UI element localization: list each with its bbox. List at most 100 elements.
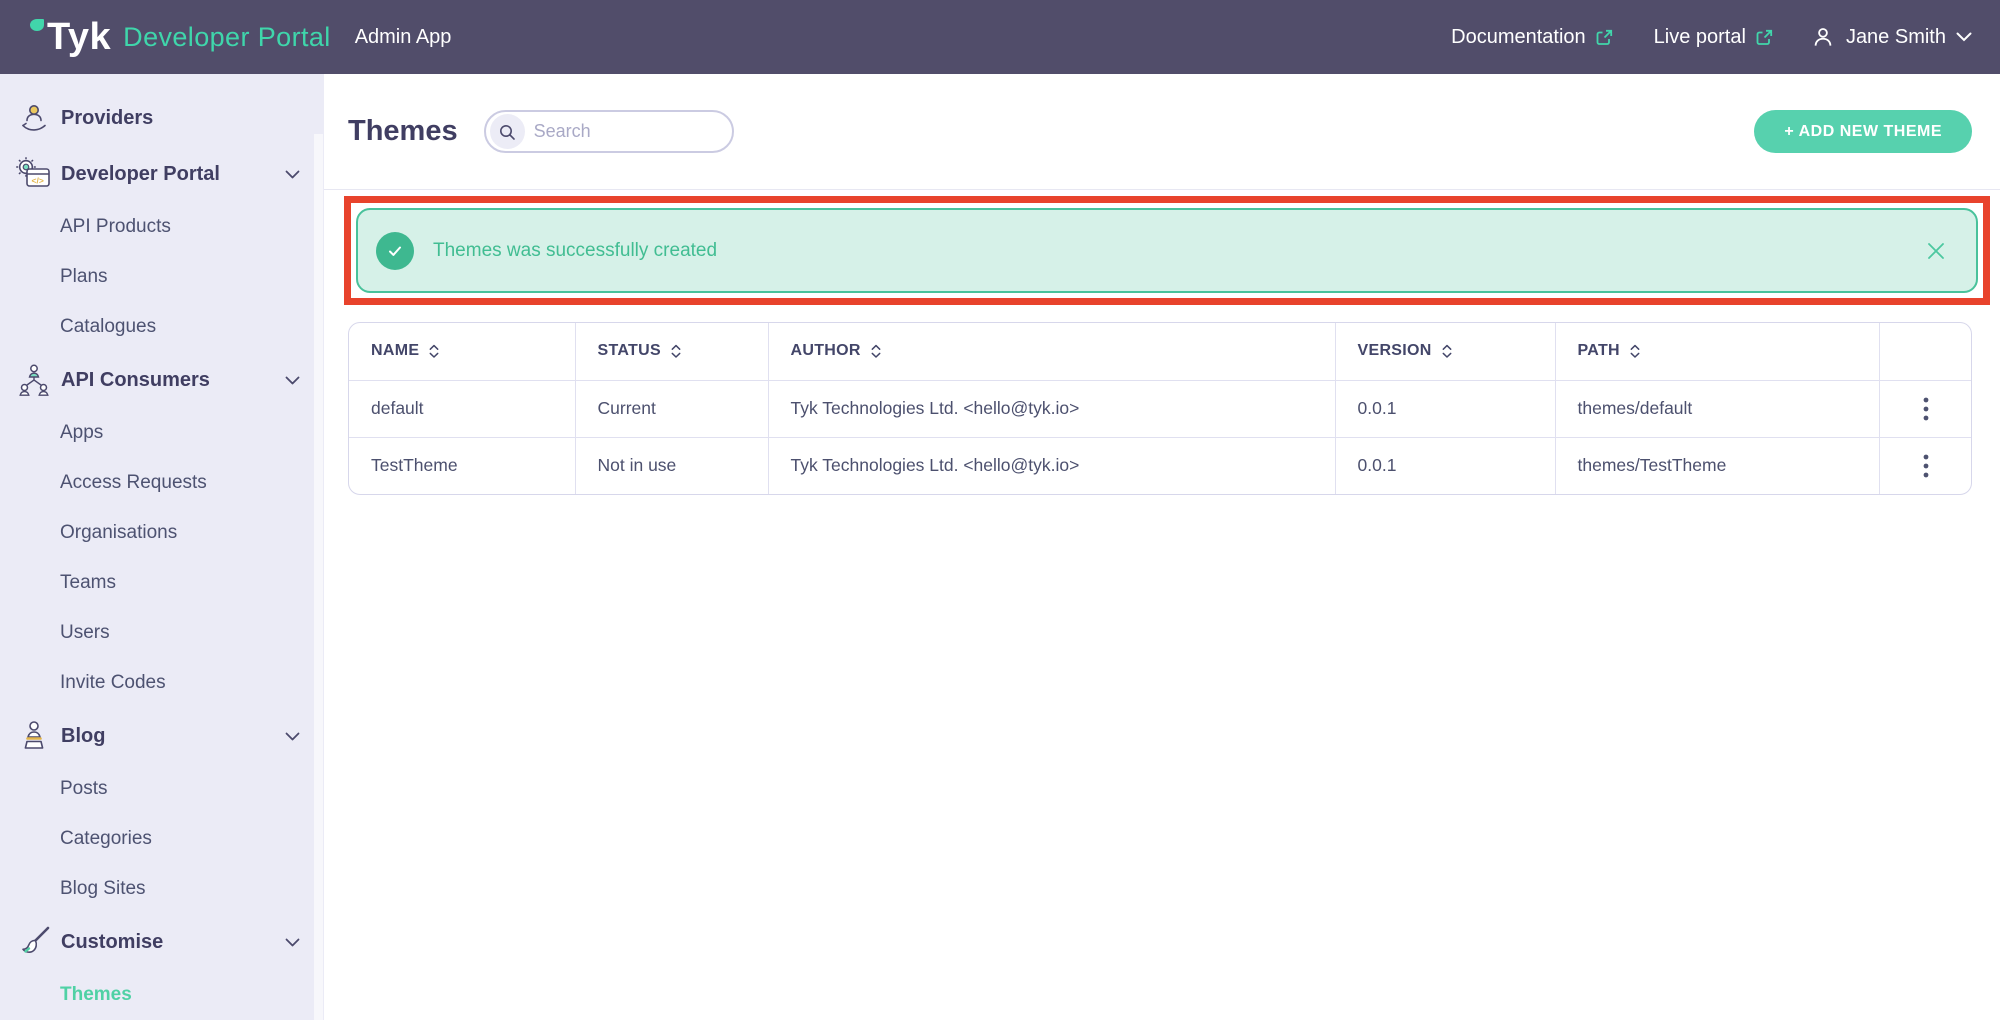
sidebar-item-label: Themes: [60, 984, 132, 1005]
app-label: Admin App: [354, 25, 452, 48]
sidebar-item-label: Invite Codes: [60, 672, 166, 693]
live-portal-link-label: Live portal: [1653, 25, 1746, 48]
sidebar-item-label: Providers: [61, 106, 154, 129]
check-icon: [376, 231, 414, 270]
providers-icon: [14, 99, 54, 137]
sidebar-item-teams[interactable]: Teams: [0, 558, 324, 608]
sidebar-item-invite-codes[interactable]: Invite Codes: [0, 658, 324, 708]
live-portal-link[interactable]: Live portal: [1654, 26, 1774, 49]
user-menu[interactable]: Jane Smith: [1810, 24, 1972, 50]
sort-icon: [870, 344, 882, 359]
sort-icon: [1629, 344, 1641, 359]
sidebar-item-organisations[interactable]: Organisations: [0, 508, 324, 558]
sidebar-item-api-products[interactable]: API Products: [0, 202, 324, 252]
notification-message: Themes was successfully created: [433, 239, 718, 261]
table-row: default Current Tyk Technologies Ltd. <hel…: [349, 380, 1971, 438]
column-header-label: VERSION: [1357, 342, 1432, 360]
sidebar-item-label: Developer Portal: [61, 162, 220, 185]
sidebar-item-label: Organisations: [60, 522, 178, 543]
tyk-logo[interactable]: Tyk Developer Portal: [30, 18, 331, 56]
search-icon: [489, 114, 525, 149]
sidebar-item-label: Posts: [60, 778, 108, 799]
cell-name: default: [349, 380, 576, 438]
sidebar-item-blog[interactable]: Blog: [0, 708, 324, 764]
table-row: TestTheme Not in use Tyk Technologies Ltd.…: [349, 437, 1971, 494]
blog-icon: [14, 717, 54, 755]
chevron-down-icon: [285, 170, 300, 179]
row-actions-button[interactable]: [1909, 446, 1943, 486]
column-header-label: STATUS: [597, 342, 661, 360]
chevron-down-icon: [285, 938, 300, 947]
header-right: Documentation Live portal Jane Smith: [1451, 24, 1972, 50]
user-icon: [1810, 24, 1836, 50]
sidebar-item-apps[interactable]: Apps: [0, 408, 324, 458]
chevron-down-icon: [285, 732, 300, 741]
annotation-highlight: Themes was successfully created: [344, 196, 1990, 305]
customise-icon: [14, 923, 54, 961]
sidebar-item-plans[interactable]: Plans: [0, 252, 324, 302]
sidebar-item-label: Catalogues: [60, 316, 157, 337]
kebab-icon: [1923, 397, 1929, 421]
main-content: Themes + ADD NEW THEME: [324, 74, 2000, 1020]
chevron-down-icon: [285, 376, 300, 385]
column-header-status[interactable]: STATUS: [575, 323, 769, 381]
cell-version: 0.0.1: [1335, 437, 1556, 494]
sidebar-item-users[interactable]: Users: [0, 608, 324, 658]
add-new-theme-button[interactable]: + ADD NEW THEME: [1754, 110, 1972, 153]
top-header: Tyk Developer Portal Admin App Documenta…: [0, 0, 2000, 74]
cell-author: Tyk Technologies Ltd. <hello@tyk.io>: [768, 380, 1336, 438]
sidebar-item-label: Users: [60, 622, 110, 643]
search-box: [483, 110, 734, 153]
developer-portal-icon: </>: [14, 155, 54, 193]
sidebar-item-label: Access Requests: [60, 472, 207, 493]
cell-version: 0.0.1: [1335, 380, 1556, 438]
cell-status: Not in use: [575, 437, 769, 494]
page-title: Themes: [348, 115, 458, 147]
documentation-link[interactable]: Documentation: [1451, 26, 1614, 49]
cell-path: themes/TestTheme: [1555, 437, 1880, 494]
tyk-logo-text: Tyk: [30, 18, 111, 56]
sort-icon: [670, 344, 682, 359]
kebab-icon: [1923, 454, 1929, 478]
sort-icon: [1441, 344, 1453, 359]
close-icon[interactable]: [1922, 237, 1950, 265]
sidebar-item-themes[interactable]: Themes: [0, 970, 324, 1020]
column-header-path[interactable]: PATH: [1555, 323, 1880, 381]
content-area: Themes was successfully created NAME STA…: [324, 190, 2000, 495]
sidebar-item-blog-sites[interactable]: Blog Sites: [0, 864, 324, 914]
cell-name: TestTheme: [349, 437, 576, 494]
sidebar-item-customise[interactable]: Customise: [0, 914, 324, 970]
success-notification: Themes was successfully created: [356, 208, 1978, 293]
search-input[interactable]: [533, 121, 720, 142]
product-name: Developer Portal: [123, 21, 331, 52]
cell-actions: [1879, 437, 1971, 494]
column-header-author[interactable]: AUTHOR: [768, 323, 1336, 381]
svg-text:</>: </>: [32, 176, 44, 186]
sidebar-item-posts[interactable]: Posts: [0, 764, 324, 814]
sidebar-item-label: API Products: [60, 216, 171, 237]
cell-actions: [1879, 380, 1971, 438]
api-consumers-icon: [14, 361, 54, 399]
sidebar-item-label: Blog: [61, 724, 106, 747]
sidebar-item-developer-portal[interactable]: </> Developer Portal: [0, 146, 324, 202]
sidebar-item-label: API Consumers: [61, 368, 210, 391]
sidebar-item-api-consumers[interactable]: API Consumers: [0, 352, 324, 408]
tyk-leaf-icon: [30, 19, 44, 31]
sidebar-item-label: Teams: [60, 572, 116, 593]
cell-author: Tyk Technologies Ltd. <hello@tyk.io>: [768, 437, 1336, 494]
sidebar-item-label: Customise: [61, 930, 164, 953]
page-header: Themes + ADD NEW THEME: [324, 74, 2000, 190]
sidebar-item-label: Plans: [60, 266, 108, 287]
column-header-version[interactable]: VERSION: [1335, 323, 1556, 381]
themes-table: NAME STATUS AUTHOR VERSION PATH default C…: [348, 322, 1972, 495]
sidebar-item-catalogues[interactable]: Catalogues: [0, 302, 324, 352]
column-header-actions: [1879, 323, 1971, 381]
column-header-label: PATH: [1577, 342, 1620, 360]
sidebar-item-access-requests[interactable]: Access Requests: [0, 458, 324, 508]
column-header-name[interactable]: NAME: [349, 323, 576, 381]
row-actions-button[interactable]: [1909, 389, 1943, 429]
cell-path: themes/default: [1555, 380, 1880, 438]
sidebar-item-providers[interactable]: Providers: [0, 90, 324, 146]
app-window: Tyk Developer Portal Admin App Documenta…: [0, 0, 2000, 1020]
sidebar-item-categories[interactable]: Categories: [0, 814, 324, 864]
